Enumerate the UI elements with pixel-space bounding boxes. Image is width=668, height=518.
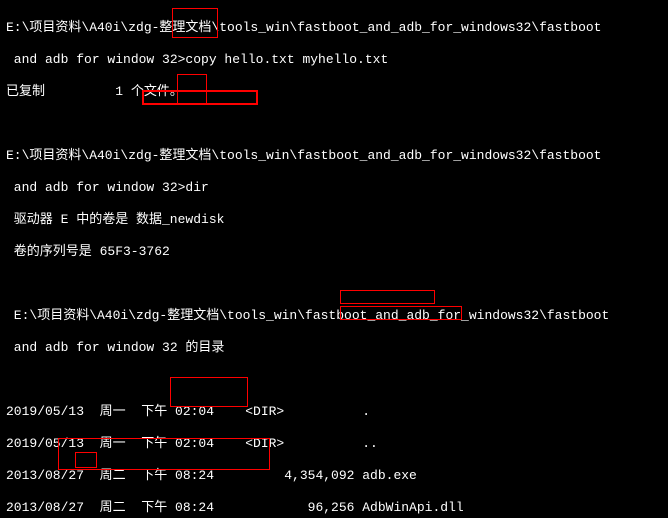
term-line: E:\项目资料\A40i\zdg-整理文档\tools_win\fastboot… — [6, 20, 601, 35]
term-line: 驱动器 E 中的卷是 数据_newdisk — [6, 212, 224, 227]
term-line: E:\项目资料\A40i\zdg-整理文档\tools_win\fastboot… — [6, 148, 601, 163]
term-line: 卷的序列号是 65F3-3762 — [6, 244, 170, 259]
term-line: 2013/08/27 周二 下午 08:24 96,256 AdbWinApi.… — [6, 500, 464, 515]
term-line: 2013/08/27 周二 下午 08:24 4,354,092 adb.exe — [6, 468, 417, 483]
term-line: and adb for window 32>dir — [6, 180, 209, 195]
term-line: 2019/05/13 周一 下午 02:04 <DIR> .. — [6, 436, 378, 451]
term-line: and adb for window 32>copy hello.txt myh… — [6, 52, 388, 67]
term-line: and adb for window 32 的目录 — [6, 340, 224, 355]
term-line: 2019/05/13 周一 下午 02:04 <DIR> . — [6, 404, 370, 419]
term-line: 已复制 1 个文件。 — [6, 84, 183, 99]
term-line: E:\项目资料\A40i\zdg-整理文档\tools_win\fastboot… — [6, 308, 609, 323]
terminal-output[interactable]: E:\项目资料\A40i\zdg-整理文档\tools_win\fastboot… — [0, 0, 660, 518]
